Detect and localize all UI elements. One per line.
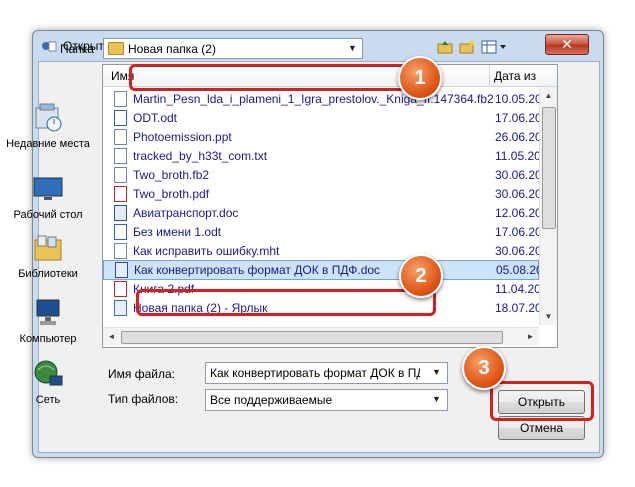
folder-icon	[108, 42, 124, 55]
chevron-down-icon[interactable]: ▼	[344, 40, 361, 57]
lookin-value: Новая папка (2)	[128, 42, 216, 56]
step-badge-1: 1	[398, 56, 442, 100]
highlight-open-button	[490, 381, 594, 421]
close-button[interactable]: ✕	[545, 34, 589, 55]
place-label: Библиотеки	[18, 268, 78, 280]
place-label: Компьютер	[19, 333, 77, 345]
places-bar: Недавние места Рабочий стол Библиотеки К…	[6, 62, 90, 406]
scroll-up-icon[interactable]: ▲	[540, 87, 557, 104]
fb2-file-icon	[114, 91, 127, 107]
chevron-down-icon[interactable]: ▼	[428, 364, 445, 381]
step-badge-2: 2	[399, 254, 443, 298]
vertical-scrollbar[interactable]: ▲ ▼	[539, 87, 557, 325]
up-folder-icon[interactable]	[436, 40, 454, 58]
column-header-date[interactable]: Дата из	[490, 65, 557, 87]
list-item[interactable]: Photoemission.ppt 26.06.20	[103, 127, 542, 147]
highlight-selected-file	[136, 289, 436, 316]
list-item[interactable]: Two_broth.fb2 30.06.20	[103, 165, 542, 185]
place-desktop[interactable]: Рабочий стол	[6, 173, 90, 222]
place-network[interactable]: Сеть	[6, 358, 90, 407]
highlight-lookin	[129, 64, 435, 91]
scroll-thumb[interactable]	[542, 107, 556, 229]
ppt-file-icon	[114, 129, 127, 145]
place-libraries[interactable]: Библиотеки	[6, 232, 90, 281]
filetype-select[interactable]: Все поддерживаемые ▼	[205, 389, 448, 411]
libraries-icon	[32, 232, 64, 264]
horizontal-scrollbar[interactable]: ◄ ►	[103, 327, 539, 346]
recent-places-icon	[32, 102, 64, 134]
list-item[interactable]: ODT.odt 17.06.20	[103, 108, 542, 128]
shortcut-icon	[114, 300, 127, 316]
odt-file-icon	[114, 110, 127, 126]
lookin-combo[interactable]: Новая папка (2) ▼	[103, 38, 363, 59]
txt-file-icon	[114, 148, 127, 164]
computer-icon	[32, 297, 64, 329]
new-folder-icon[interactable]	[458, 40, 476, 58]
lookin-label: Папка	[60, 42, 94, 56]
list-item[interactable]: Two_broth.pdf 30.06.20	[103, 184, 542, 204]
scroll-thumb[interactable]	[121, 331, 503, 344]
pdf-file-icon	[114, 281, 127, 297]
odt-file-icon	[114, 224, 127, 240]
list-item[interactable]: Без имени 1.odt 17.06.20	[103, 222, 542, 242]
place-computer[interactable]: Компьютер	[6, 297, 90, 346]
scroll-left-icon[interactable]: ◄	[103, 328, 120, 345]
filename-input[interactable]: Как конвертировать формат ДОК в ПДФ.doc …	[205, 362, 448, 384]
list-item-selected[interactable]: Как конвертировать формат ДОК в ПДФ.doc …	[103, 260, 543, 280]
mht-file-icon	[114, 243, 127, 259]
place-label: Сеть	[35, 394, 61, 406]
filetype-label: Тип файлов:	[108, 392, 179, 406]
filename-label: Имя файла:	[108, 367, 175, 381]
pdf-file-icon	[114, 186, 127, 202]
scroll-down-icon[interactable]: ▼	[540, 308, 557, 325]
fb2-file-icon	[114, 167, 127, 183]
filetype-value: Все поддерживаемые	[210, 393, 333, 407]
chevron-down-icon[interactable]: ▼	[428, 391, 445, 408]
place-recent[interactable]: Недавние места	[6, 102, 90, 151]
scroll-right-icon[interactable]: ►	[522, 328, 539, 345]
doc-file-icon	[114, 205, 127, 221]
desktop-icon	[32, 173, 64, 205]
network-icon	[32, 358, 64, 390]
list-item[interactable]: tracked_by_h33t_com.txt 11.05.20	[103, 146, 541, 166]
app-icon	[41, 39, 57, 53]
filename-value: Как конвертировать формат ДОК в ПДФ.doc	[210, 366, 420, 380]
list-item[interactable]: Авиатранспорт.doc 12.06.20	[103, 203, 542, 223]
step-badge-3: 3	[462, 346, 506, 390]
place-label: Рабочий стол	[13, 209, 83, 221]
doc-file-icon	[115, 262, 128, 278]
view-menu-icon[interactable]	[481, 40, 509, 58]
place-label: Недавние места	[6, 138, 90, 150]
